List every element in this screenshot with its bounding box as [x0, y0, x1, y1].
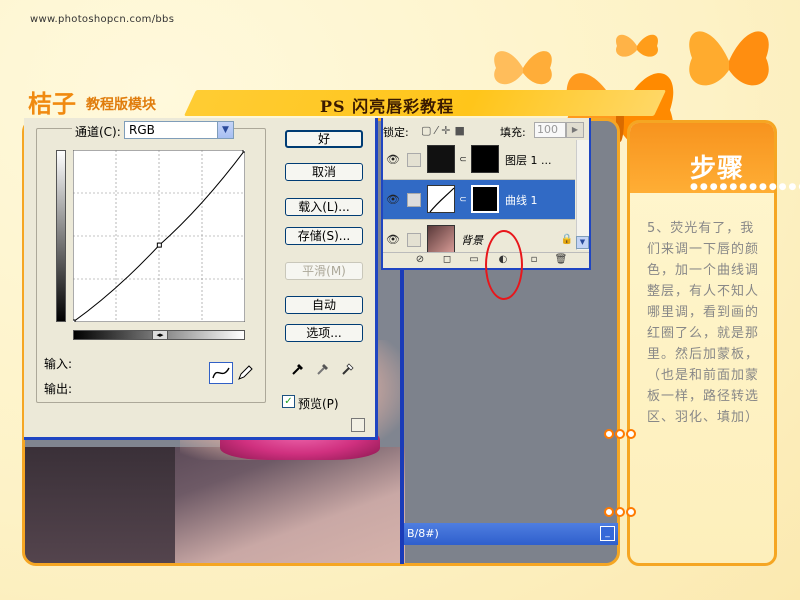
layer-name: 图层 1 ...: [505, 154, 552, 167]
layer-name: 曲线 1: [505, 194, 538, 207]
butterfly-decoration-icon: [494, 51, 552, 85]
background-thumbnail: [427, 225, 455, 253]
curve-control-point[interactable]: [242, 150, 245, 153]
chain-link-icon: ⊂: [459, 195, 467, 205]
layer-name: 背景: [461, 234, 483, 247]
chain-link-icon: ⊂: [459, 155, 467, 165]
curve-control-point[interactable]: [73, 319, 76, 322]
chevron-down-icon[interactable]: ▼: [217, 121, 234, 139]
brand-logo: 桔子: [28, 89, 76, 118]
lock-icon: 🔒: [560, 234, 574, 245]
trash-icon[interactable]: 🗑: [554, 254, 568, 266]
eye-icon[interactable]: 👁: [385, 193, 401, 207]
step-title: 步骤: [690, 154, 745, 184]
minimize-button[interactable]: _: [600, 526, 615, 541]
fill-input[interactable]: 100: [534, 122, 566, 138]
chain-decoration-icon: [604, 506, 646, 520]
curve-tool-icon[interactable]: [209, 362, 233, 384]
curve-control-point[interactable]: [156, 242, 162, 248]
butterfly-decoration-icon: [689, 31, 769, 86]
preview-checkbox[interactable]: ✓: [282, 395, 295, 408]
step-title-dots: ●●●●●●●●●●●●: [690, 182, 800, 192]
layer-style-icon[interactable]: ◻: [440, 254, 454, 266]
pencil-icon[interactable]: [236, 364, 254, 382]
eye-icon[interactable]: 👁: [385, 153, 401, 167]
document-status-text: B/8#): [407, 527, 439, 540]
chain-decoration-icon: [604, 428, 646, 442]
step-description: 5、荧光有了，我们来调一下唇的颜色，加一个曲线调整层，有人不知人哪里调，看到画的…: [647, 221, 760, 425]
output-gradient-bar: [56, 150, 66, 322]
smooth-button[interactable]: 平滑(M): [285, 262, 363, 280]
scroll-down-icon[interactable]: ▼: [576, 236, 589, 249]
load-button[interactable]: 载入(L)...: [285, 198, 363, 216]
layer-mask-thumbnail: [471, 185, 499, 213]
gradient-toggle-icon[interactable]: ◂▸: [152, 330, 168, 340]
adjustment-icon[interactable]: [407, 193, 421, 207]
mask-icon[interactable]: ▭: [467, 254, 481, 266]
layer-thumbnail: [427, 145, 455, 173]
ok-button[interactable]: 好: [285, 130, 363, 148]
page-title: PS 闪亮唇彩教程: [320, 97, 455, 116]
save-button[interactable]: 存储(S)...: [285, 227, 363, 245]
curves-adjustment-thumbnail: [427, 185, 455, 213]
input-label: 输入:: [44, 357, 73, 371]
layer-link-box[interactable]: [407, 233, 421, 247]
eye-icon[interactable]: 👁: [385, 233, 401, 247]
lock-icons[interactable]: ▢⁄✛■: [421, 124, 469, 137]
highlight-circle: [485, 230, 523, 300]
layers-scrollbar[interactable]: [576, 140, 589, 250]
gray-eyedropper-icon[interactable]: [316, 360, 332, 376]
expand-icon[interactable]: [351, 418, 365, 432]
curve-graph[interactable]: [73, 150, 245, 322]
lock-label: 锁定:: [383, 126, 409, 139]
fill-label: 填充:: [500, 126, 526, 139]
link-layers-icon[interactable]: ⊘: [413, 254, 427, 266]
white-eyedropper-icon[interactable]: [341, 360, 357, 376]
layer-link-box[interactable]: [407, 153, 421, 167]
output-label: 输出:: [44, 382, 73, 396]
site-url: www.photoshopcn.com/bbs: [30, 14, 175, 25]
cancel-button[interactable]: 取消: [285, 163, 363, 181]
options-button[interactable]: 选项...: [285, 324, 363, 342]
brand-subtitle: 教程版模块: [86, 97, 156, 113]
layer-row-2[interactable]: 👁 ⊂ 曲线 1: [383, 180, 575, 220]
layer-mask-thumbnail: [471, 145, 499, 173]
channel-label: 通道(C):: [72, 123, 124, 140]
photo-shadow: [25, 447, 175, 563]
chevron-right-icon[interactable]: ▶: [566, 122, 584, 138]
layer-row-1[interactable]: 👁 ⊂ 图层 1 ...: [383, 140, 575, 180]
black-eyedropper-icon[interactable]: [291, 360, 307, 376]
new-layer-icon[interactable]: ▫: [527, 254, 541, 266]
auto-button[interactable]: 自动: [285, 296, 363, 314]
preview-label: 预览(P): [298, 397, 339, 411]
